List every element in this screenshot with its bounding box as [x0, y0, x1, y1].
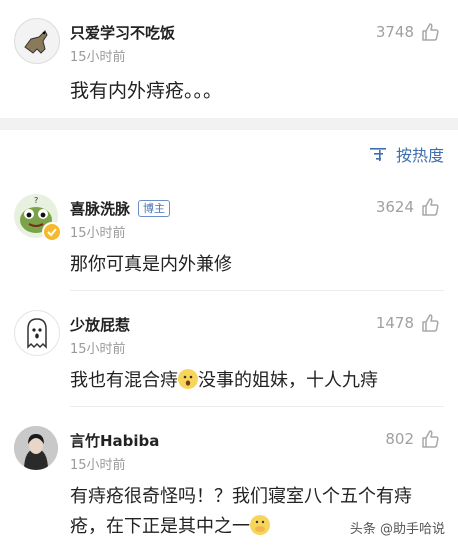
avatar[interactable]: [14, 310, 60, 356]
like-button[interactable]: 3748: [376, 22, 440, 42]
timestamp: 15小时前: [70, 50, 126, 65]
hand-over-mouth-emoji-icon: [250, 515, 270, 535]
like-count: 1478: [375, 314, 414, 332]
person-photo-icon: [14, 426, 58, 470]
comment-text: 我有内外痔疮。。。: [70, 80, 223, 102]
horse-doodle-icon: [24, 30, 48, 54]
avatar[interactable]: [14, 426, 58, 470]
sort-lines-icon: [369, 148, 386, 161]
watermark: 头条 @助手哈说: [346, 517, 448, 538]
thumbs-up-icon: [422, 314, 439, 332]
fearful-face-emoji-icon: [178, 369, 198, 389]
like-count: 3624: [375, 198, 414, 216]
svg-text:?: ?: [34, 196, 38, 205]
like-count: 3748: [375, 23, 414, 41]
sort-button[interactable]: 按热度: [369, 142, 444, 166]
thumbs-up-icon: [422, 23, 439, 41]
like-button[interactable]: 1478: [376, 313, 440, 333]
ghost-avatar-icon: [27, 318, 47, 349]
comment-text-part: 我也有混合痔: [70, 370, 178, 391]
thumbs-up-icon: [422, 198, 439, 216]
username[interactable]: 少放屁惹: [70, 314, 130, 335]
like-count: 802: [385, 430, 414, 448]
timestamp: 15小时前: [70, 226, 126, 241]
comment-text-part: 没事的姐妹，十人九痔: [198, 370, 378, 391]
section-separator: [0, 118, 458, 130]
username[interactable]: 言竹Habiba: [70, 430, 159, 451]
divider: [70, 406, 444, 407]
comment-text: 我也有混合痔 没事的姐妹，十人九痔: [70, 366, 438, 396]
thumbs-up-icon: [422, 430, 439, 448]
like-button[interactable]: 3624: [376, 197, 440, 217]
verified-badge-icon: [42, 222, 62, 242]
sort-label: 按热度: [395, 146, 444, 165]
username[interactable]: 只爱学习不吃饭: [70, 22, 175, 43]
author-badge: 博主: [138, 200, 171, 217]
timestamp: 15小时前: [70, 458, 126, 473]
username[interactable]: 喜脉洗脉: [70, 200, 130, 218]
comment-text: 那你可真是内外兼修: [70, 254, 232, 275]
like-button[interactable]: 802: [385, 429, 440, 449]
username-row: 喜脉洗脉 博主: [70, 198, 171, 219]
timestamp: 15小时前: [70, 342, 126, 357]
avatar[interactable]: [14, 18, 60, 64]
divider: [70, 290, 444, 291]
